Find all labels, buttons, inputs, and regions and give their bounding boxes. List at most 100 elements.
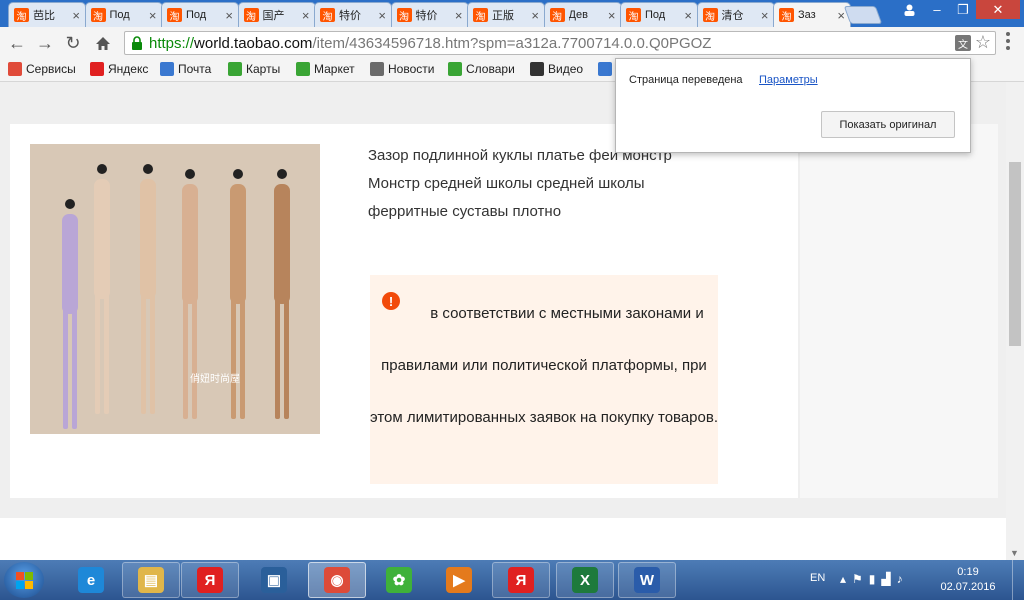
- browser-tab[interactable]: 淘 Дев ×: [543, 2, 622, 27]
- scroll-down-icon[interactable]: ▼: [1010, 548, 1019, 558]
- clock-date: 02.07.2016: [940, 581, 996, 593]
- minimize-button[interactable]: –: [924, 0, 950, 19]
- profile-button[interactable]: [896, 0, 922, 19]
- browser-tab[interactable]: 淘 Под ×: [161, 2, 239, 27]
- flag-icon[interactable]: ⚑: [852, 572, 869, 586]
- taskbar-app-toolbox[interactable]: ▣: [245, 562, 303, 598]
- browser-tab[interactable]: 淘芭比 ×: [8, 2, 86, 27]
- tab-close-icon[interactable]: ×: [455, 8, 463, 23]
- address-bar[interactable]: https://world.taobao.com/item/4363459671…: [124, 31, 996, 55]
- dict-icon: [448, 62, 462, 76]
- taobao-favicon-icon: 淘: [626, 8, 641, 23]
- tab-close-icon[interactable]: ×: [684, 8, 692, 23]
- bookmark-label: Словари: [466, 62, 515, 76]
- browser-tab[interactable]: 淘 Под ×: [84, 2, 163, 27]
- maximize-button[interactable]: ❐: [950, 0, 976, 19]
- taskbar-app-yandex[interactable]: Я: [181, 562, 239, 598]
- bookmark-item[interactable]: [598, 62, 616, 76]
- browser-tab[interactable]: 淘特价 ×: [390, 2, 469, 27]
- battery-icon[interactable]: ▮: [869, 572, 882, 586]
- translate-icon[interactable]: 文: [955, 35, 971, 51]
- bookmark-item[interactable]: Сервисы: [8, 62, 76, 76]
- tab-close-icon[interactable]: ×: [225, 8, 233, 23]
- image-watermark: 俏妞时尚屋: [190, 374, 240, 385]
- tab-close-icon[interactable]: ×: [761, 8, 769, 23]
- taskbar-app-explorer[interactable]: ▤: [122, 562, 180, 598]
- browser-tab[interactable]: 淘清仓 ×: [696, 2, 775, 27]
- taskbar-app-ie[interactable]: e: [62, 562, 120, 598]
- taskbar-app-excel[interactable]: X: [556, 562, 614, 598]
- start-button[interactable]: [4, 562, 44, 598]
- clock[interactable]: 0:19 02.07.2016: [938, 565, 998, 595]
- bookmark-item[interactable]: Почта: [160, 62, 211, 76]
- system-tray[interactable]: ▴⚑▮▟♪: [840, 572, 909, 586]
- browser-tab[interactable]: 淘 Заз ×: [773, 2, 851, 27]
- show-desktop-button[interactable]: [1012, 560, 1024, 600]
- taobao-favicon-icon: 淘: [14, 8, 29, 23]
- bookmark-item[interactable]: Видео: [530, 62, 583, 76]
- browser-tab[interactable]: 淘 Под ×: [620, 2, 698, 27]
- icq-icon: ✿: [386, 567, 412, 593]
- tab-title: 芭比: [33, 10, 55, 22]
- browser-tab[interactable]: 淘正版 ×: [467, 2, 545, 27]
- notice-text: в соответствии с местными законами и пра…: [370, 305, 718, 426]
- page-scrollbar[interactable]: ▼: [1006, 82, 1024, 560]
- excel-icon: X: [572, 567, 598, 593]
- home-icon: [96, 36, 110, 50]
- reload-button[interactable]: ↻: [62, 32, 84, 54]
- taskbar-app-yandex-browser[interactable]: Я: [492, 562, 550, 598]
- language-indicator[interactable]: EN: [810, 572, 825, 584]
- bookmark-item[interactable]: Словари: [448, 62, 515, 76]
- lock-icon: [132, 36, 142, 50]
- new-tab-button[interactable]: [843, 6, 883, 24]
- close-window-button[interactable]: ✕: [976, 0, 1020, 19]
- tab-close-icon[interactable]: ×: [531, 8, 539, 23]
- forward-button[interactable]: →: [34, 32, 56, 54]
- maps-icon: [228, 62, 242, 76]
- network-icon[interactable]: ▟: [881, 572, 896, 586]
- menu-icon[interactable]: [1000, 31, 1016, 51]
- translate-status: Страница переведена: [629, 74, 743, 86]
- taskbar-app-icq[interactable]: ✿: [370, 562, 428, 598]
- tab-close-icon[interactable]: ×: [72, 8, 80, 23]
- chrome-icon: ◉: [324, 567, 350, 593]
- yandex-icon: [90, 62, 104, 76]
- back-button[interactable]: ←: [6, 32, 28, 54]
- tab-close-icon[interactable]: ×: [149, 8, 157, 23]
- word-icon: W: [634, 567, 660, 593]
- news-icon: [370, 62, 384, 76]
- product-title: Зазор подлинной куклы платье феи монстр …: [368, 147, 672, 220]
- tab-title: 正版: [492, 10, 514, 22]
- bookmark-item[interactable]: Карты: [228, 62, 280, 76]
- tab-close-icon[interactable]: ×: [302, 8, 310, 23]
- taskbar-app-chrome[interactable]: ◉: [308, 562, 366, 598]
- volume-icon[interactable]: ♪: [897, 572, 909, 586]
- lower-panel: [0, 518, 1006, 560]
- translate-params-link[interactable]: Параметры: [759, 74, 818, 86]
- yandex-browser-icon: Я: [508, 567, 534, 593]
- tab-close-icon[interactable]: ×: [608, 8, 616, 23]
- taobao-favicon-icon: 淘: [167, 8, 182, 23]
- bookmark-item[interactable]: Новости: [370, 62, 434, 76]
- taobao-favicon-icon: 淘: [243, 8, 259, 23]
- scroll-thumb[interactable]: [1009, 162, 1021, 346]
- notice-box: ! в соответствии с местными законами и п…: [370, 275, 718, 484]
- market-icon: [296, 62, 310, 76]
- tab-title: 特价: [415, 10, 438, 22]
- bookmark-item[interactable]: Маркет: [296, 62, 355, 76]
- bookmark-star-icon[interactable]: ☆: [975, 32, 991, 53]
- taskbar-app-media-player[interactable]: ▶: [430, 562, 488, 598]
- taskbar-app-word[interactable]: W: [618, 562, 676, 598]
- side-panel: [800, 124, 998, 498]
- user-icon: [904, 4, 914, 16]
- tab-close-icon[interactable]: ×: [837, 8, 845, 23]
- show-original-button[interactable]: Показать оригинал: [821, 111, 955, 138]
- browser-tab[interactable]: 淘特价 ×: [314, 2, 392, 27]
- bookmark-label: Карты: [246, 62, 281, 76]
- product-image[interactable]: 俏妞时尚屋: [30, 144, 320, 434]
- home-button[interactable]: [92, 32, 114, 54]
- bookmark-item[interactable]: Яндекс: [90, 62, 148, 76]
- tab-close-icon[interactable]: ×: [378, 8, 386, 23]
- tray-expand-icon[interactable]: ▴: [840, 572, 852, 586]
- browser-tab[interactable]: 淘国产 ×: [237, 2, 316, 27]
